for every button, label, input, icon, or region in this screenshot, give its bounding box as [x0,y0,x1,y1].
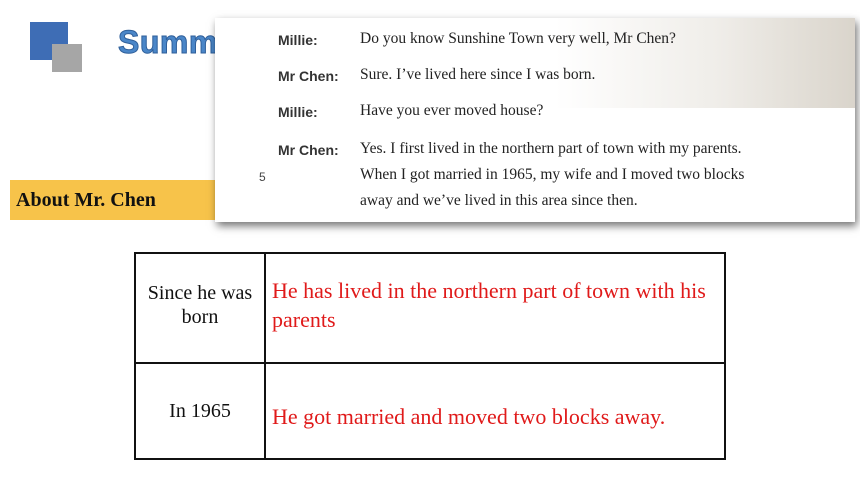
table-cell-event: He has lived in the northern part of tow… [264,252,726,364]
dialogue-text: When I got married in 1965, my wife and … [360,166,745,183]
table-cell-when: In 1965 [134,362,266,460]
dialogue-speaker: Millie: [278,104,318,120]
dialogue-text: Do you know Sunshine Town very well, Mr … [360,30,676,47]
dialogue-text: Yes. I first lived in the northern part … [360,140,742,157]
table-cell-event-text: He got married and moved two blocks away… [272,403,666,429]
dialogue-speaker: Millie: [278,32,318,48]
dialogue-speaker: Mr Chen: [278,68,339,84]
dialogue-text: away and we’ve lived in this area since … [360,192,638,209]
dialogue-panel: Millie: Do you know Sunshine Town very w… [215,18,855,222]
section-label: About Mr. Chen [10,180,220,220]
table-cell-when-text: In 1965 [169,400,231,422]
line-number: 5 [259,170,266,184]
logo-gray-square [52,44,82,72]
dialogue-speaker: Mr Chen: [278,142,339,158]
dialogue-text: Sure. I’ve lived here since I was born. [360,66,596,83]
table-cell-event: He got married and moved two blocks away… [264,362,726,460]
page-title: Summ [118,24,218,61]
table-row: Since he was born He has lived in the no… [134,252,726,364]
table-cell-when: Since he was born [134,252,266,364]
table-row: In 1965 He got married and moved two blo… [134,362,726,460]
dialogue-text: Have you ever moved house? [360,102,544,119]
summary-table: Since he was born He has lived in the no… [134,252,726,460]
